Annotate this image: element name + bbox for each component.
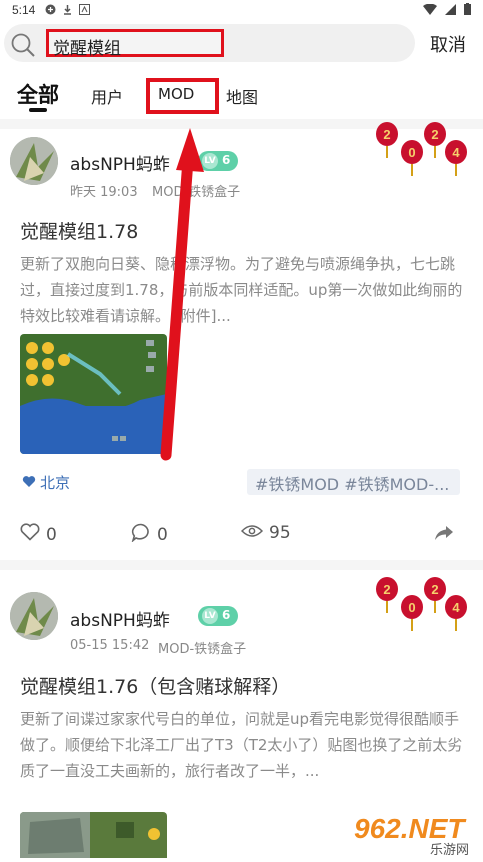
search-input[interactable]: 觉醒模组 <box>46 29 224 59</box>
comment-count: 0 <box>157 525 168 545</box>
watermark-brand: 962.NET <box>354 813 467 844</box>
views-indicator: 95 <box>240 523 291 543</box>
level-prefix: LV <box>202 153 218 169</box>
post-image[interactable] <box>20 812 167 858</box>
post-excerpt[interactable]: 更新了间谍过家家代号白的单位，问就是up看完电影觉得很酷顺手做了。顺便给下北泽工… <box>20 706 470 810</box>
share-icon <box>434 525 454 546</box>
search-bar[interactable]: 觉醒模组 <box>4 24 415 62</box>
level-number: 6 <box>222 608 231 622</box>
username[interactable]: absNPH蚂蚱 <box>70 606 170 631</box>
tab-users[interactable]: 用户 <box>91 84 123 108</box>
lantern-digit: 0 <box>408 145 415 160</box>
post-source[interactable]: MOD-铁锈盒子 <box>152 181 240 200</box>
post-time: 05-15 15:42 <box>70 638 150 653</box>
comment-button[interactable]: 0 <box>131 523 168 547</box>
lantern-digit: 0 <box>408 600 415 615</box>
sync-icon <box>45 4 56 15</box>
active-tab-indicator <box>29 108 47 112</box>
like-button[interactable]: 0 <box>20 523 57 546</box>
avatar[interactable] <box>10 592 58 640</box>
comment-icon <box>131 523 151 547</box>
location-label: 北京 <box>40 474 71 492</box>
watermark-logo: 962.NET 乐游网 <box>340 800 483 858</box>
heart-icon <box>20 523 40 546</box>
topic-tags[interactable]: #铁锈MOD #铁锈MOD-... <box>247 469 460 495</box>
level-number: 6 <box>222 153 231 167</box>
level-prefix: LV <box>202 608 218 624</box>
lantern-digit: 4 <box>452 145 460 160</box>
post-title[interactable]: 觉醒模组1.78 <box>20 217 138 244</box>
download-icon <box>62 4 73 15</box>
lantern-decoration: 2 0 2 4 <box>372 573 472 645</box>
section-divider <box>0 560 483 570</box>
signal-icon <box>445 3 456 18</box>
view-count: 95 <box>269 523 291 543</box>
level-badge: LV 6 <box>198 151 238 171</box>
tab-mod[interactable]: MOD <box>146 78 219 114</box>
battery-icon <box>464 3 471 18</box>
post-excerpt[interactable]: 更新了双胞向日葵、隐秘漂浮物。为了避免与喷源绳争执，七七跳过，直接过度到1.78… <box>20 251 470 329</box>
lantern-digit: 2 <box>383 127 390 142</box>
post-time: 昨天 19:03 <box>70 185 138 200</box>
level-badge: LV 6 <box>198 606 238 626</box>
post-title[interactable]: 觉醒模组1.76（包含赌球解释） <box>20 672 290 699</box>
lantern-decoration: 2 0 2 4 <box>372 118 472 190</box>
lantern-digit: 2 <box>431 127 438 142</box>
wifi-icon <box>423 3 437 18</box>
cancel-button[interactable]: 取消 <box>430 31 466 57</box>
like-count: 0 <box>46 524 57 545</box>
location-tag[interactable]: 北京 <box>22 472 70 493</box>
post-source[interactable]: MOD-铁锈盒子 <box>158 638 246 657</box>
search-icon <box>10 32 36 62</box>
app-notification-icon <box>79 4 90 15</box>
avatar[interactable] <box>10 137 58 185</box>
post-image[interactable] <box>20 334 167 454</box>
lantern-digit: 2 <box>383 582 390 597</box>
username[interactable]: absNPH蚂蚱 <box>70 150 170 175</box>
lantern-digit: 2 <box>431 582 438 597</box>
eye-icon <box>240 523 264 543</box>
share-button[interactable] <box>434 525 454 546</box>
status-bar: 5:14 <box>0 0 483 20</box>
status-time: 5:14 <box>12 3 36 17</box>
lantern-digit: 4 <box>452 600 460 615</box>
location-heart-icon <box>22 474 36 492</box>
watermark-sub: 乐游网 <box>430 843 469 858</box>
tab-all[interactable]: 全部 <box>17 79 59 109</box>
tab-map[interactable]: 地图 <box>226 84 258 108</box>
